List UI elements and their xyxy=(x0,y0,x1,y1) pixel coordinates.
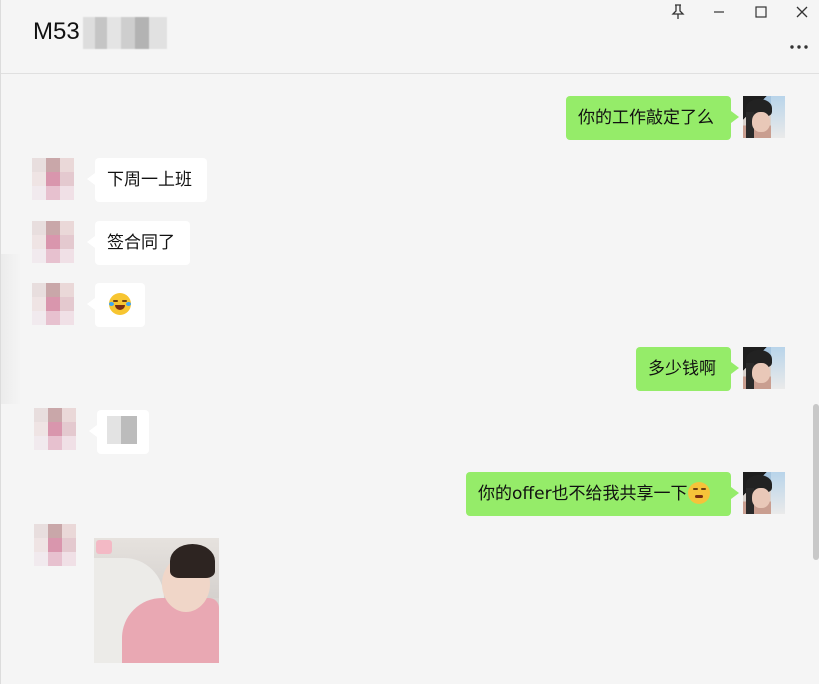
message-bubble-outgoing[interactable]: 你的offer也不给我共享一下 xyxy=(466,472,739,516)
message-bubble-incoming[interactable] xyxy=(87,283,145,327)
minimize-icon[interactable] xyxy=(706,4,732,24)
close-icon[interactable] xyxy=(789,4,815,24)
contact-avatar[interactable] xyxy=(32,158,74,200)
sticker-badge-icon xyxy=(96,540,112,554)
chat-window: M53 你的工作敲定了么 下周一上班 签合同了 多少钱啊 你的offer也不给我… xyxy=(0,0,819,684)
self-avatar[interactable] xyxy=(743,347,785,389)
message-bubble-outgoing[interactable]: 多少钱啊 xyxy=(636,347,739,391)
sticker-image[interactable] xyxy=(94,538,219,663)
thinking-emoji-icon xyxy=(687,481,710,504)
left-edge-shade xyxy=(1,254,21,404)
self-avatar[interactable] xyxy=(743,96,785,138)
message-bubble-incoming[interactable]: 下周一上班 xyxy=(87,158,207,202)
message-bubble-incoming[interactable]: 签合同了 xyxy=(87,221,190,265)
contact-avatar[interactable] xyxy=(34,408,76,450)
maximize-icon[interactable] xyxy=(748,4,774,24)
message-bubble-outgoing[interactable]: 你的工作敲定了么 xyxy=(566,96,739,140)
redacted-title-blur xyxy=(83,17,167,49)
redacted-content-blur xyxy=(107,416,137,444)
more-options-icon[interactable] xyxy=(786,34,812,54)
self-avatar[interactable] xyxy=(743,472,785,514)
pin-icon[interactable] xyxy=(665,4,691,24)
scrollbar[interactable] xyxy=(813,404,819,560)
chat-header: M53 xyxy=(1,0,819,74)
laughing-crying-emoji-icon xyxy=(109,292,131,315)
contact-avatar[interactable] xyxy=(32,221,74,263)
message-text: 你的offer也不给我共享一下 xyxy=(478,484,688,504)
message-bubble-incoming[interactable] xyxy=(89,410,149,454)
chat-title: M53 xyxy=(33,18,80,45)
contact-avatar[interactable] xyxy=(32,283,74,325)
contact-avatar[interactable] xyxy=(34,524,76,566)
